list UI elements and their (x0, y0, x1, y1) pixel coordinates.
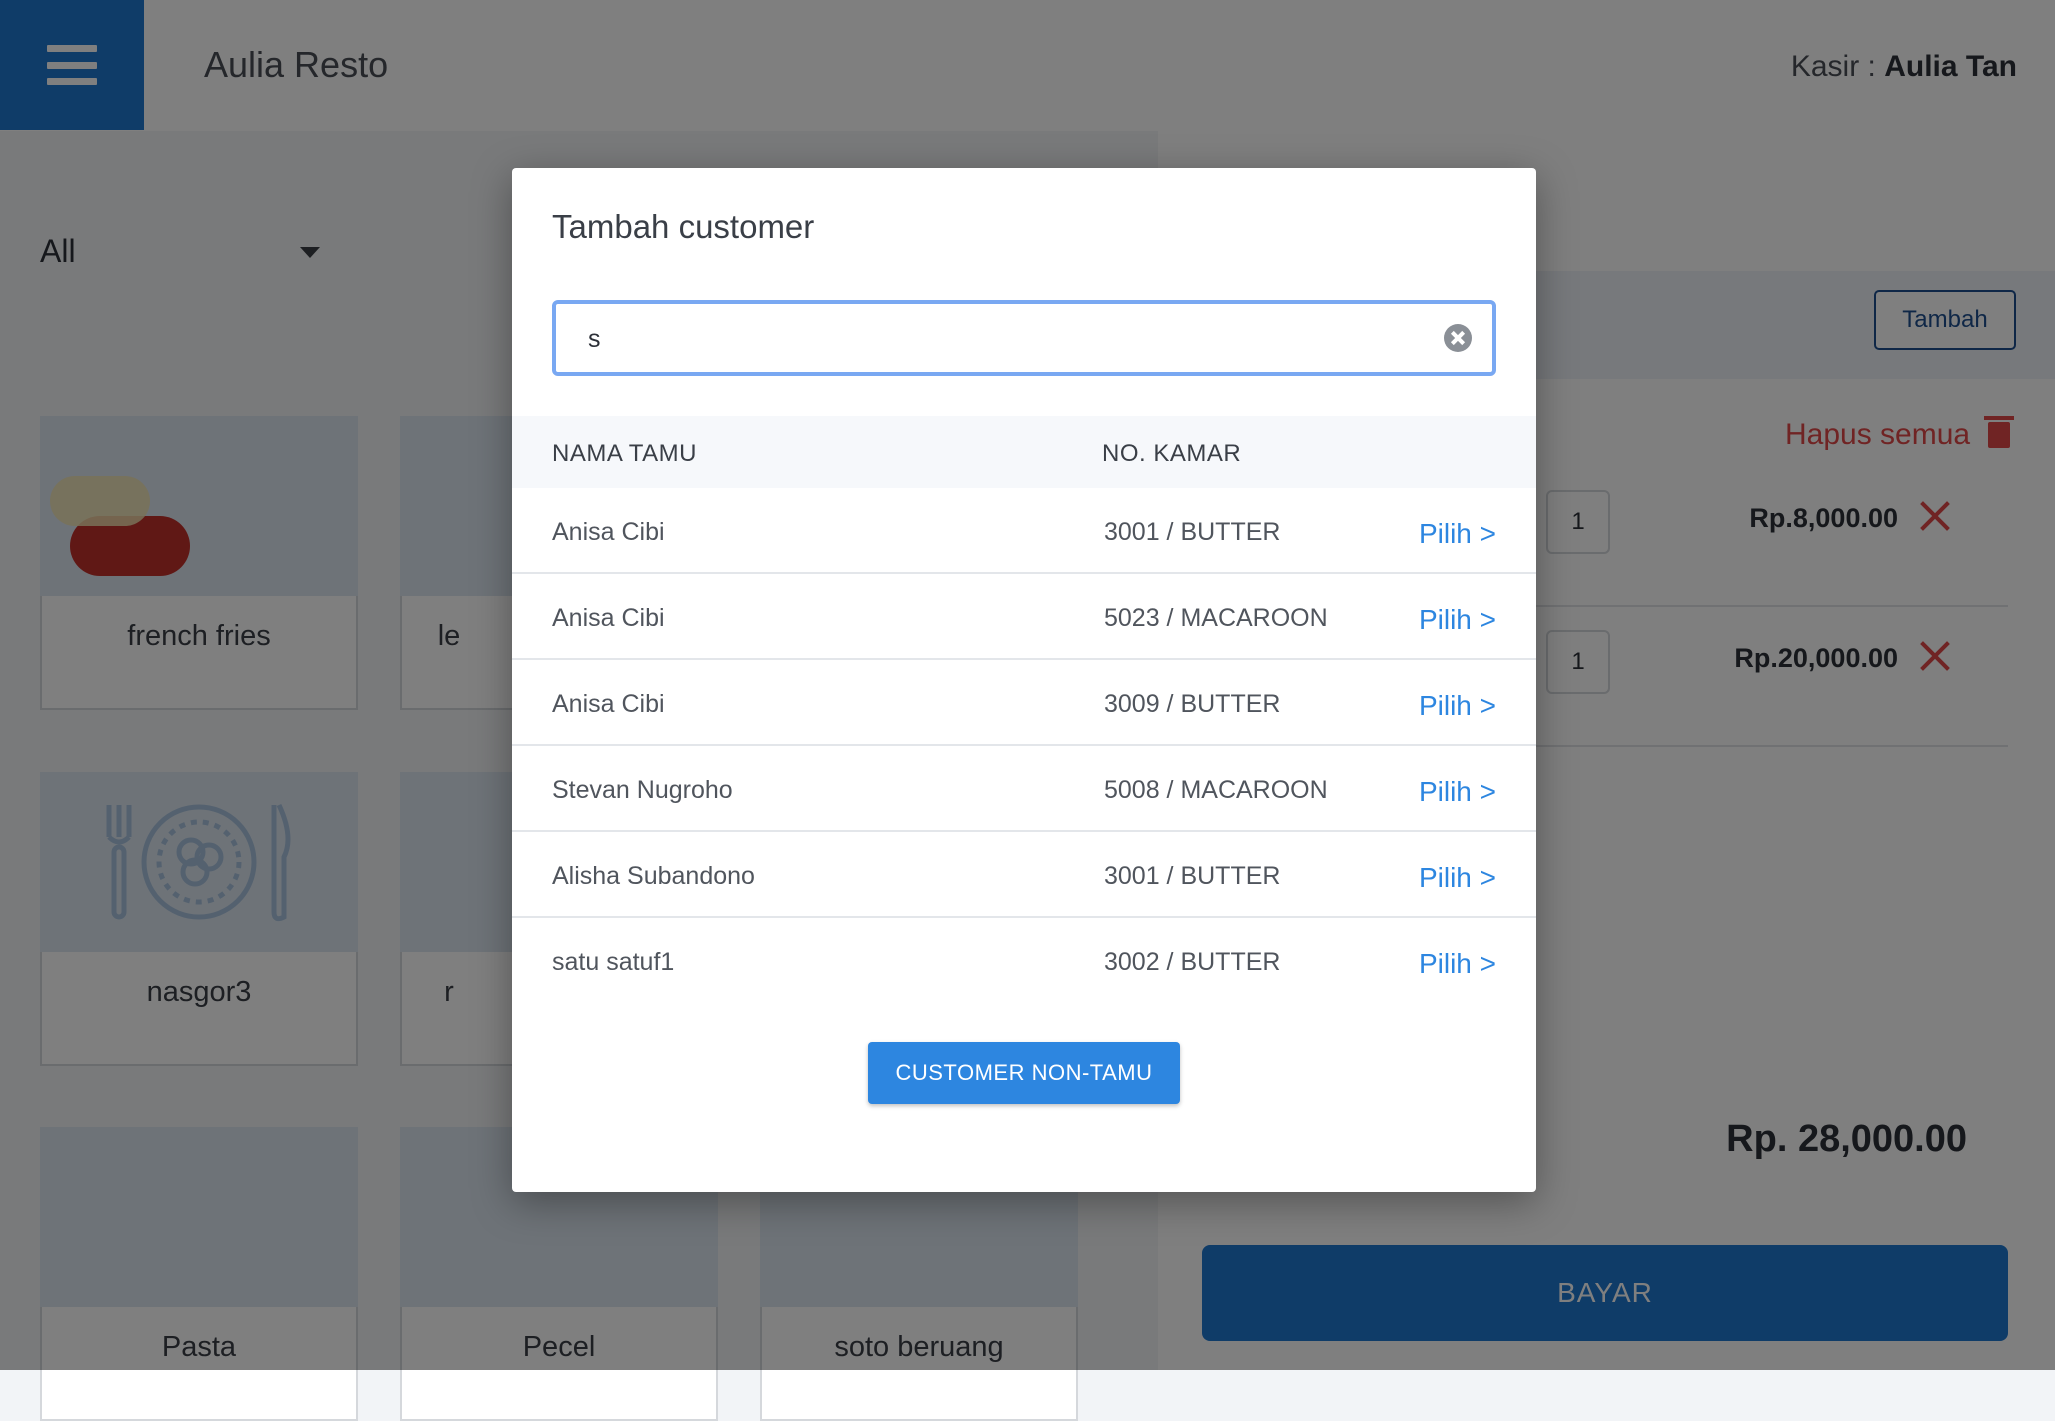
non-guest-customer-button[interactable]: CUSTOMER NON-TAMU (868, 1042, 1180, 1104)
column-header-name: NAMA TAMU (552, 440, 697, 467)
select-guest-link[interactable]: Pilih > (1419, 776, 1496, 808)
guest-name: Anisa Cibi (552, 604, 665, 632)
modal-title: Tambah customer (552, 208, 815, 245)
select-guest-link[interactable]: Pilih > (1419, 604, 1496, 636)
customer-search-input[interactable] (586, 304, 1430, 374)
guest-name: Anisa Cibi (552, 518, 665, 546)
guest-room: 3009 / BUTTER (1104, 690, 1281, 718)
guest-name: Alisha Subandono (552, 862, 755, 890)
select-guest-link[interactable]: Pilih > (1419, 862, 1496, 894)
guest-name: Anisa Cibi (552, 690, 665, 718)
select-guest-link[interactable]: Pilih > (1419, 948, 1496, 980)
add-customer-modal: Tambah customer NAMA TAMU NO. KAMAR Anis… (512, 168, 1536, 1192)
guest-row: Anisa Cibi 3001 / BUTTER Pilih > (512, 488, 1536, 574)
clear-search-icon[interactable] (1444, 324, 1472, 352)
guest-room: 5008 / MACAROON (1104, 776, 1328, 804)
guest-row: Alisha Subandono 3001 / BUTTER Pilih > (512, 832, 1536, 918)
select-guest-link[interactable]: Pilih > (1419, 690, 1496, 722)
guest-row: satu satuf1 3002 / BUTTER Pilih > (512, 918, 1536, 1004)
guest-row: Stevan Nugroho 5008 / MACAROON Pilih > (512, 746, 1536, 832)
select-guest-link[interactable]: Pilih > (1419, 518, 1496, 550)
guest-room: 3001 / BUTTER (1104, 862, 1281, 890)
guest-name: satu satuf1 (552, 948, 675, 976)
guest-row: Anisa Cibi 5023 / MACAROON Pilih > (512, 574, 1536, 660)
pos-app: Aulia Resto Kasir : Aulia Tan All french… (0, 0, 2055, 1421)
column-header-room: NO. KAMAR (1102, 440, 1242, 467)
guest-room: 5023 / MACAROON (1104, 604, 1328, 632)
guest-name: Stevan Nugroho (552, 776, 733, 804)
guest-room: 3001 / BUTTER (1104, 518, 1281, 546)
search-box (552, 300, 1496, 376)
guest-row: Anisa Cibi 3009 / BUTTER Pilih > (512, 660, 1536, 746)
guest-table-header: NAMA TAMU NO. KAMAR (512, 416, 1536, 488)
guest-room: 3002 / BUTTER (1104, 948, 1281, 976)
